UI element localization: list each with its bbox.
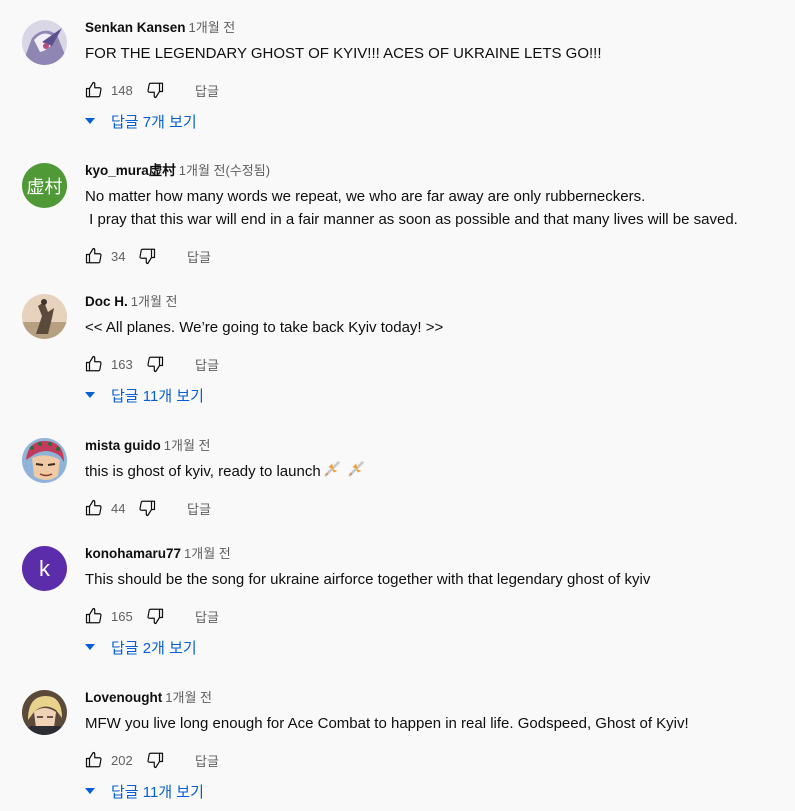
caret-down-icon [85, 644, 95, 650]
like-count: 202 [111, 752, 133, 768]
avatar[interactable]: 虚村 [22, 163, 67, 208]
avatar[interactable] [22, 294, 67, 339]
comment-text: << All planes. We’re going to take back … [85, 319, 444, 336]
caret-down-icon [85, 118, 95, 124]
comment-header: mista guido 1개월 전 [85, 436, 211, 455]
view-replies-button[interactable]: 답글 11개 보기 [83, 780, 204, 802]
comment-text: FOR THE LEGENDARY GHOST OF KYIV!!! ACES … [85, 45, 602, 62]
comment-header: Lovenought 1개월 전 [85, 688, 212, 707]
thumbs-down-icon[interactable] [146, 81, 164, 99]
action-bar: 148 답글 [85, 80, 219, 100]
reply-button[interactable]: 답글 [195, 355, 219, 374]
avatar[interactable] [22, 690, 67, 735]
action-bar: 165 답글 [85, 606, 219, 626]
like-count: 163 [111, 356, 133, 372]
avatar[interactable] [22, 438, 67, 483]
thumbs-down-icon[interactable] [138, 499, 156, 517]
comment-header: kyo_mura虚村 1개월 전(수정됨) [85, 161, 270, 180]
airplane-emoji [323, 460, 341, 478]
view-replies-button[interactable]: 답글 2개 보기 [83, 636, 197, 658]
like-count: 148 [111, 82, 133, 98]
action-bar: 44 답글 [85, 498, 211, 518]
reply-button[interactable]: 답글 [195, 751, 219, 770]
view-replies-button[interactable]: 답글 7개 보기 [83, 110, 197, 132]
timestamp[interactable]: 1개월 전 [184, 546, 231, 561]
thumbs-down-icon[interactable] [146, 355, 164, 373]
avatar[interactable]: k [22, 546, 67, 591]
avatar-initials: 虚村 [26, 176, 63, 197]
avatar-initials: k [39, 555, 50, 581]
action-bar: 34 답글 [85, 246, 211, 266]
author-name[interactable]: kyo_mura虚村 [85, 163, 176, 178]
comment-list: Senkan Kansen 1개월 전 FOR THE LEGENDARY GHO… [0, 0, 795, 811]
comment-header: Senkan Kansen 1개월 전 [85, 18, 235, 37]
like-count: 44 [111, 500, 126, 516]
author-name[interactable]: Lovenought [85, 690, 162, 705]
thumbs-up-icon[interactable] [85, 81, 103, 99]
view-replies-label: 답글 2개 보기 [111, 639, 197, 657]
caret-down-icon [85, 392, 95, 398]
comment-header: Doc H. 1개월 전 [85, 292, 178, 311]
view-replies-label: 답글 7개 보기 [111, 113, 197, 131]
reply-button[interactable]: 답글 [195, 81, 219, 100]
author-name[interactable]: Doc H. [85, 294, 128, 309]
reply-button[interactable]: 답글 [187, 247, 211, 266]
view-replies-label: 답글 11개 보기 [111, 387, 204, 405]
timestamp[interactable]: 1개월 전 [165, 690, 212, 705]
like-count: 165 [111, 608, 133, 624]
action-bar: 163 답글 [85, 354, 219, 374]
timestamp[interactable]: 1개월 전 [131, 294, 178, 309]
avatar[interactable] [22, 20, 67, 65]
thumbs-up-icon[interactable] [85, 499, 103, 517]
comment-header: konohamaru77 1개월 전 [85, 544, 231, 563]
timestamp[interactable]: 1개월 전(수정됨) [179, 163, 270, 178]
timestamp[interactable]: 1개월 전 [189, 20, 236, 35]
view-replies-button[interactable]: 답글 11개 보기 [83, 384, 204, 406]
comment-text-line: No matter how many words we repeat, we w… [85, 188, 646, 205]
comment-text: No matter how many words we repeat, we w… [85, 185, 738, 231]
timestamp[interactable]: 1개월 전 [164, 438, 211, 453]
author-name[interactable]: mista guido [85, 438, 161, 453]
comment-text: MFW you live long enough for Ace Combat … [85, 715, 689, 732]
comment-text: This should be the song for ukraine airf… [85, 571, 651, 588]
thumbs-up-icon[interactable] [85, 607, 103, 625]
airplane-emoji [347, 460, 365, 478]
thumbs-down-icon[interactable] [146, 607, 164, 625]
comment-text-line: I pray that this war will end in a fair … [85, 211, 738, 228]
reply-button[interactable]: 답글 [187, 499, 211, 518]
thumbs-up-icon[interactable] [85, 355, 103, 373]
comment-text: this is ghost of kyiv, ready to launch [85, 460, 365, 483]
thumbs-down-icon[interactable] [138, 247, 156, 265]
thumbs-up-icon[interactable] [85, 751, 103, 769]
thumbs-up-icon[interactable] [85, 247, 103, 265]
reply-button[interactable]: 답글 [195, 607, 219, 626]
action-bar: 202 답글 [85, 750, 219, 770]
view-replies-label: 답글 11개 보기 [111, 783, 204, 801]
like-count: 34 [111, 248, 126, 264]
thumbs-down-icon[interactable] [146, 751, 164, 769]
comment-text-body: this is ghost of kyiv, ready to launch [85, 463, 321, 480]
caret-down-icon [85, 788, 95, 794]
author-name[interactable]: Senkan Kansen [85, 20, 186, 35]
author-name[interactable]: konohamaru77 [85, 546, 181, 561]
